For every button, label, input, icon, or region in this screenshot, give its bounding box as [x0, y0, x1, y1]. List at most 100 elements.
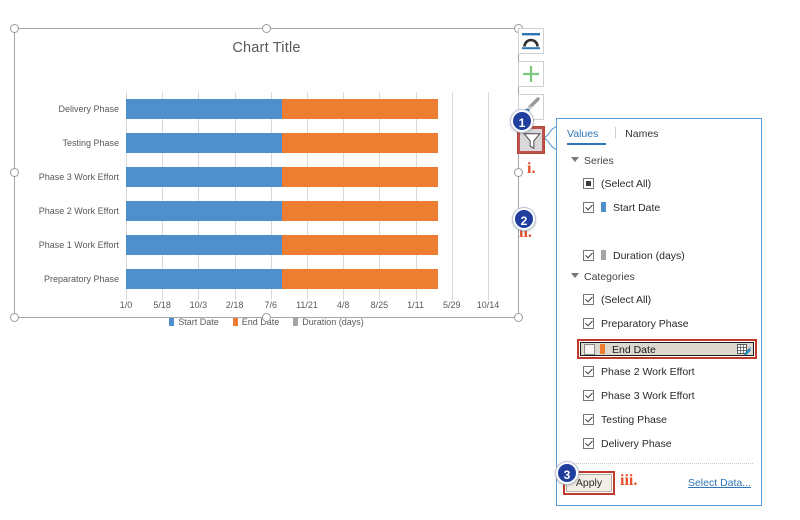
series-row-start-date[interactable]: Start Date [583, 199, 751, 217]
collapse-triangle-icon [571, 273, 579, 278]
step-badge-1: 1 [511, 110, 533, 132]
series-row-duration[interactable]: Duration (days) [583, 247, 751, 265]
y-axis-category-label: Preparatory Phase [43, 274, 119, 284]
chart-bar-row[interactable]: Phase 3 Work Effort [39, 167, 488, 187]
chart-gridline [488, 92, 489, 296]
chart-bar-segment[interactable] [282, 99, 439, 119]
checkbox-checked-icon[interactable] [583, 414, 594, 425]
chart-bar-segment[interactable] [282, 133, 439, 153]
category-row-phase-3-work-effort[interactable]: Phase 3 Work Effort [583, 387, 751, 405]
selection-handle-middle-left[interactable] [10, 168, 19, 177]
checkbox-unchecked-icon[interactable] [584, 344, 595, 355]
legend-swatch [232, 318, 238, 326]
chart-bar-segment[interactable] [282, 201, 439, 221]
group-header-series[interactable]: Series [571, 155, 614, 167]
series-row-end-date-highlight: End Date [577, 339, 757, 359]
series-row-end-date[interactable]: End Date [580, 342, 754, 356]
chart-gridline [343, 92, 345, 296]
selection-handle-bottom-center[interactable] [262, 313, 271, 322]
chart-bar-segment[interactable] [126, 201, 283, 221]
category-row-select-all[interactable]: (Select All) [583, 291, 751, 309]
category-row-phase-2-work-effort[interactable]: Phase 2 Work Effort [583, 363, 751, 381]
series-color-swatch [601, 250, 606, 260]
chart-bar-row[interactable]: Delivery Phase [58, 99, 488, 119]
checkbox-indeterminate-icon[interactable] [583, 178, 594, 189]
y-axis-category-label: Phase 3 Work Effort [38, 172, 119, 182]
chart-bar-segment[interactable] [126, 235, 283, 255]
selection-handle-top-left[interactable] [10, 24, 19, 33]
x-axis-tick-label: 8/25 [370, 300, 389, 310]
chart-bar-segment[interactable] [126, 269, 283, 289]
checkbox-checked-icon[interactable] [583, 294, 594, 305]
legend-label: End Date [241, 317, 280, 327]
selection-handle-bottom-right[interactable] [514, 313, 523, 322]
selection-handle-bottom-left[interactable] [10, 313, 19, 322]
x-axis-tick-label: 5/29 [443, 300, 461, 310]
chart-bar-segment[interactable] [282, 167, 439, 187]
chart-bar-segment[interactable] [282, 235, 439, 255]
legend-item[interactable]: Start Date [169, 317, 219, 327]
chart-bar-row[interactable]: Phase 1 Work Effort [39, 235, 488, 255]
series-row-label: Start Date [613, 202, 661, 214]
checkbox-checked-icon[interactable] [583, 390, 594, 401]
chart-bar-segment[interactable] [126, 167, 283, 187]
checkbox-checked-icon[interactable] [583, 318, 594, 329]
series-row-label: End Date [612, 344, 656, 356]
series-color-swatch [600, 344, 605, 354]
chart-gridline [126, 92, 127, 296]
checkbox-checked-icon[interactable] [583, 438, 594, 449]
x-axis-tick-label: 2/18 [225, 300, 244, 310]
x-axis-tick-label: 10/14 [476, 300, 500, 310]
y-axis-category-label: Delivery Phase [58, 104, 119, 114]
chart-filters-panel: Values Names Series (Select All) Start D… [556, 118, 762, 506]
chart-title[interactable]: Chart Title [15, 40, 518, 56]
selection-handle-top-center[interactable] [262, 24, 271, 33]
legend-label: Duration (days) [302, 317, 364, 327]
category-row-label: Phase 2 Work Effort [601, 366, 695, 378]
chart-bar-segment[interactable] [282, 269, 439, 289]
category-row-label: Testing Phase [601, 414, 667, 426]
y-axis-category-label: Phase 2 Work Effort [38, 206, 119, 216]
x-axis-tick-label: 1/11 [407, 300, 425, 310]
selection-handle-middle-right[interactable] [514, 168, 523, 177]
series-row-label: Duration (days) [613, 250, 685, 262]
chart-bar-row[interactable]: Testing Phase [62, 133, 488, 153]
category-row-label: Preparatory Phase [601, 318, 689, 330]
chart-elements-button[interactable] [518, 61, 544, 87]
chart-gridline [270, 92, 272, 296]
group-header-categories-label: Categories [584, 271, 635, 283]
tab-values[interactable]: Values [567, 128, 607, 145]
chart-bar-row[interactable]: Phase 2 Work Effort [39, 201, 488, 221]
category-row-delivery-phase[interactable]: Delivery Phase [583, 435, 751, 453]
chart-object[interactable]: Chart Title 1/0 5/18 10/3 2/18 7/6 11/21 4/8 8/… [14, 28, 519, 327]
x-axis-tick-label: 10/3 [189, 300, 208, 310]
checkbox-checked-icon[interactable] [583, 366, 594, 377]
panel-divider [565, 463, 753, 464]
group-header-categories[interactable]: Categories [571, 271, 635, 283]
category-row-preparatory-phase[interactable]: Preparatory Phase [583, 315, 751, 333]
group-header-series-label: Series [584, 155, 614, 167]
legend-item[interactable]: Duration (days) [293, 317, 364, 327]
chart-layout-button[interactable] [518, 28, 544, 54]
legend-label: Start Date [178, 317, 219, 327]
checkbox-checked-icon[interactable] [583, 202, 594, 213]
legend-swatch [293, 318, 299, 326]
annotation-roman-i: i. [527, 160, 536, 177]
plus-icon [523, 66, 539, 82]
chart-bar-segment[interactable] [126, 133, 283, 153]
chart-bar-segment[interactable] [126, 99, 283, 119]
category-row-testing-phase[interactable]: Testing Phase [583, 411, 751, 429]
collapse-triangle-icon [571, 157, 579, 162]
legend-item[interactable]: End Date [232, 317, 280, 327]
checkbox-checked-icon[interactable] [583, 250, 594, 261]
tab-names[interactable]: Names [625, 128, 666, 143]
series-color-swatch [601, 202, 606, 212]
chart-bar-row[interactable]: Preparatory Phase [44, 269, 488, 289]
select-data-link[interactable]: Select Data... [688, 477, 751, 489]
chart-gridline [234, 92, 236, 296]
category-row-label: Phase 3 Work Effort [601, 390, 695, 402]
edit-series-icon[interactable] [737, 344, 751, 356]
series-row-select-all[interactable]: (Select All) [583, 175, 751, 193]
x-axis-tick-label: 4/8 [336, 300, 350, 310]
chart-gridline [415, 92, 417, 296]
